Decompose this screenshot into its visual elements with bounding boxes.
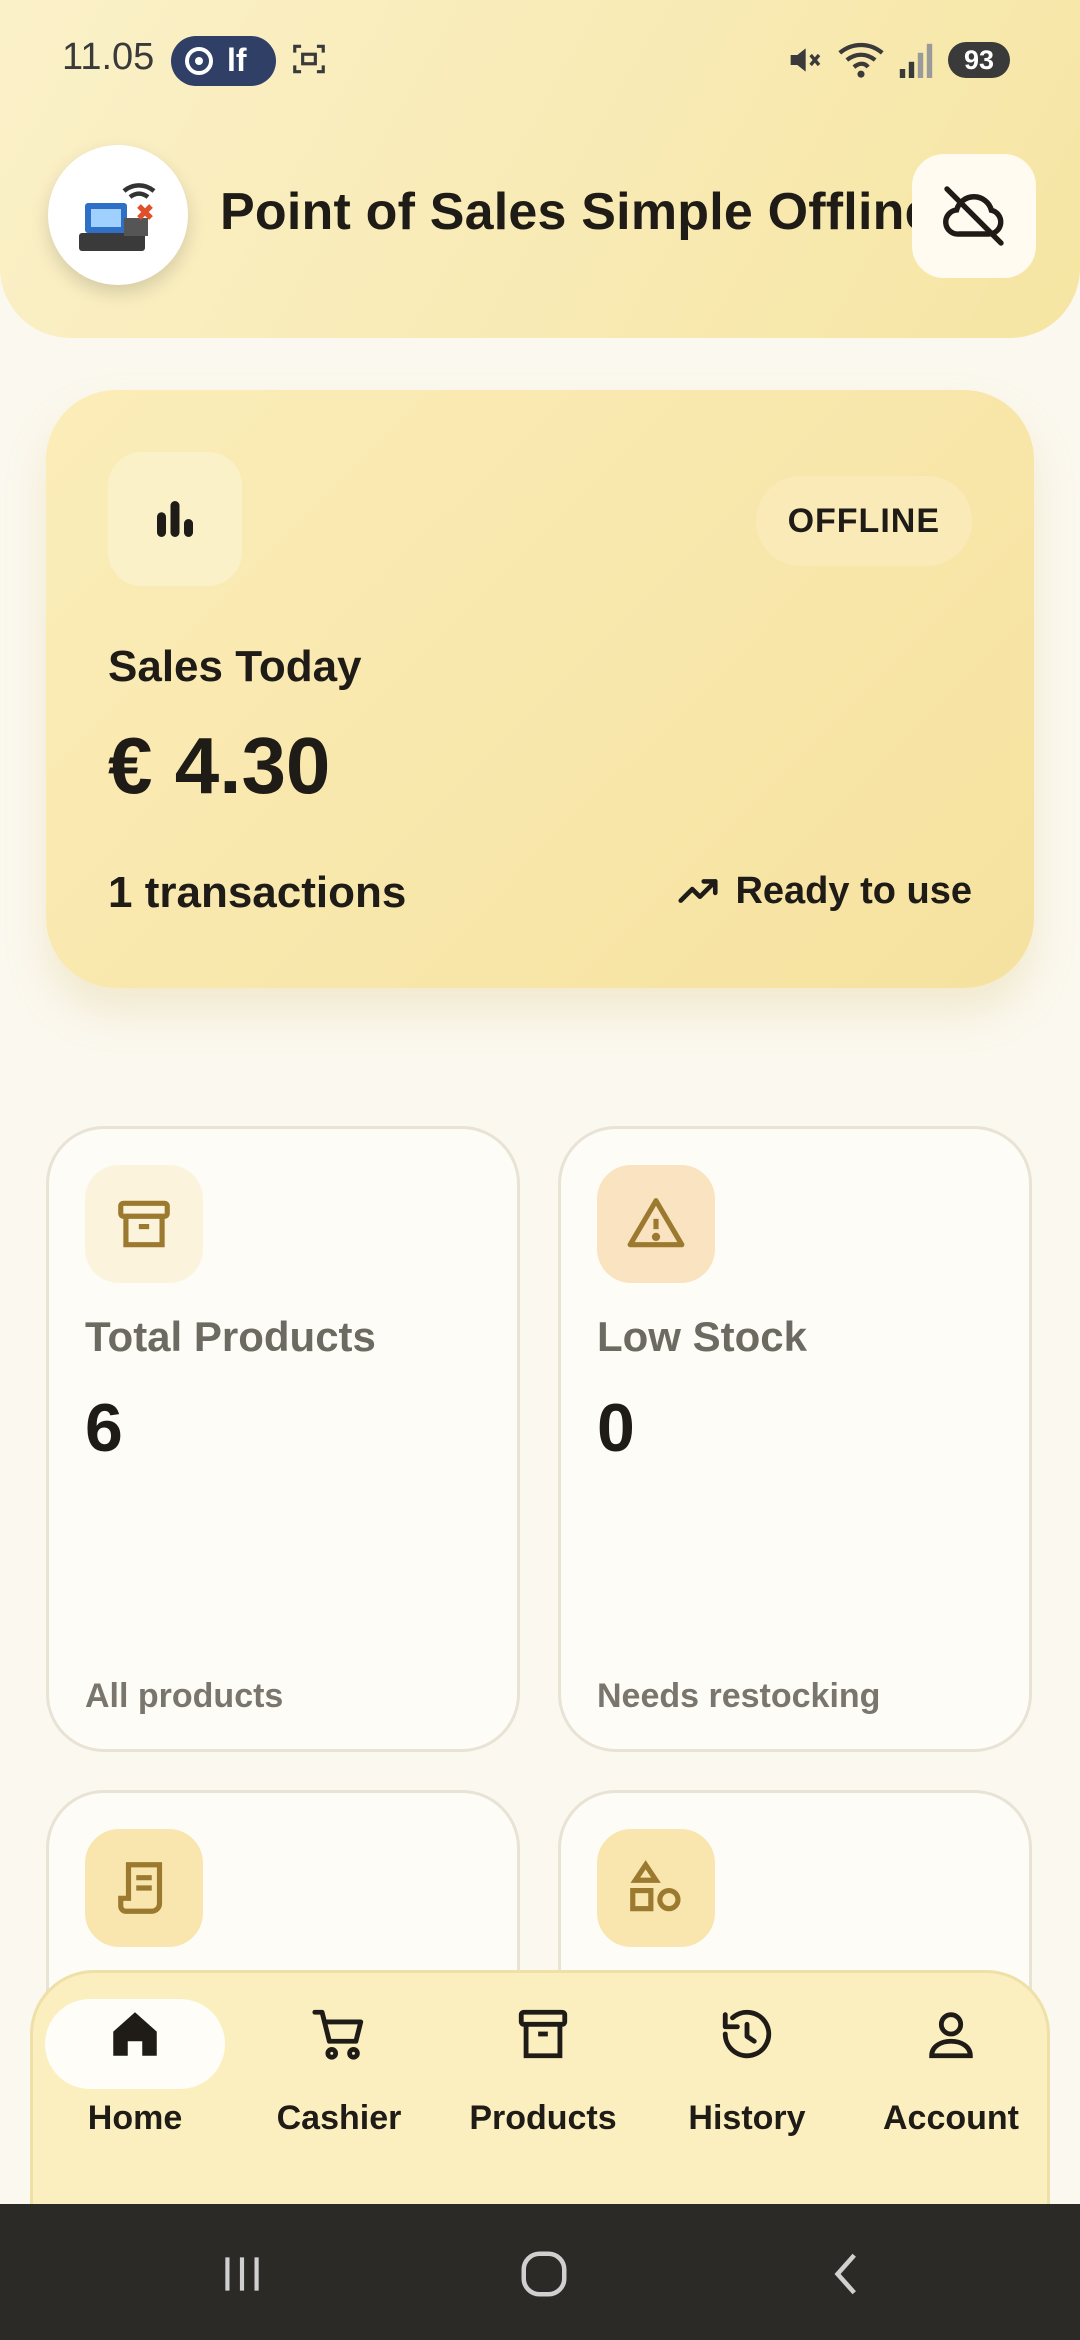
sales-today-card: OFFLINE Sales Today € 4.30 1 transaction…	[46, 390, 1034, 988]
sales-today-value: € 4.30	[108, 721, 331, 810]
cloud-off-icon	[943, 186, 1004, 246]
total-products-value: 6	[85, 1390, 123, 1466]
sales-today-label: Sales Today	[108, 642, 362, 691]
chart-icon-box	[108, 452, 242, 586]
offline-badge: OFFLINE	[755, 476, 972, 566]
receipt-icon-box	[85, 1829, 203, 1947]
status-media-pill: lf	[171, 36, 276, 86]
low-stock-icon-box	[597, 1165, 715, 1283]
history-icon	[712, 1999, 782, 2069]
total-products-subtitle: All products	[85, 1677, 284, 1715]
shapes-icon-box	[597, 1829, 715, 1947]
mute-icon	[790, 48, 821, 72]
ready-status-text: Ready to use	[735, 869, 972, 912]
shapes-icon	[630, 1860, 681, 1912]
person-icon	[916, 1999, 986, 2069]
receipt-icon	[118, 1862, 163, 1914]
system-navigation-bar	[0, 2204, 1080, 2340]
cash-register-icon	[79, 183, 156, 251]
nav-products-label: Products	[469, 2099, 617, 2137]
transaction-count: 1 transactions	[108, 868, 407, 917]
app-title: Point of Sales Simple Offline	[220, 183, 934, 241]
wifi-icon	[838, 42, 884, 78]
cart-icon	[304, 1999, 374, 2069]
home-system-button[interactable]	[504, 2234, 584, 2314]
nav-account[interactable]: Account	[851, 1999, 1051, 2137]
record-icon	[185, 47, 213, 75]
recent-apps-button[interactable]	[202, 2234, 282, 2314]
status-time: 11.05	[62, 36, 155, 78]
home-circle-icon	[521, 2251, 567, 2297]
sync-status-button[interactable]	[912, 154, 1036, 278]
home-icon	[100, 1999, 170, 2069]
low-stock-label: Low Stock	[597, 1313, 808, 1360]
signal-icon	[899, 43, 933, 78]
battery-indicator: 93	[948, 42, 1010, 78]
status-bar: 11.05 lf 93	[0, 0, 1080, 120]
status-pill-text: lf	[227, 42, 247, 78]
total-products-card[interactable]: Total Products 6 All products	[46, 1126, 520, 1752]
back-button[interactable]	[808, 2234, 888, 2314]
nav-history-label: History	[688, 2099, 806, 2137]
archive-icon	[118, 1200, 170, 1248]
screenshot-icon	[293, 44, 325, 74]
nav-products[interactable]: Products	[443, 1999, 643, 2137]
nav-account-label: Account	[883, 2099, 1019, 2137]
ready-status: Ready to use	[675, 868, 972, 914]
nav-cashier[interactable]: Cashier	[239, 1999, 439, 2137]
recent-apps-icon	[225, 2257, 259, 2291]
nav-history[interactable]: History	[647, 1999, 847, 2137]
archive-icon	[508, 1999, 578, 2069]
back-icon	[834, 2253, 856, 2295]
low-stock-value: 0	[597, 1390, 635, 1466]
app-logo	[48, 145, 188, 285]
status-icons: 93	[784, 36, 1010, 84]
low-stock-subtitle: Needs restocking	[597, 1677, 881, 1715]
nav-cashier-label: Cashier	[276, 2099, 402, 2137]
total-products-icon-box	[85, 1165, 203, 1283]
bar-chart-icon	[157, 501, 193, 537]
total-products-label: Total Products	[85, 1313, 376, 1360]
nav-home[interactable]: Home	[45, 1999, 245, 2137]
low-stock-card[interactable]: Low Stock 0 Needs restocking	[558, 1126, 1032, 1752]
trending-up-icon	[678, 879, 719, 903]
warning-icon	[627, 1198, 685, 1248]
nav-home-label: Home	[87, 2099, 183, 2137]
